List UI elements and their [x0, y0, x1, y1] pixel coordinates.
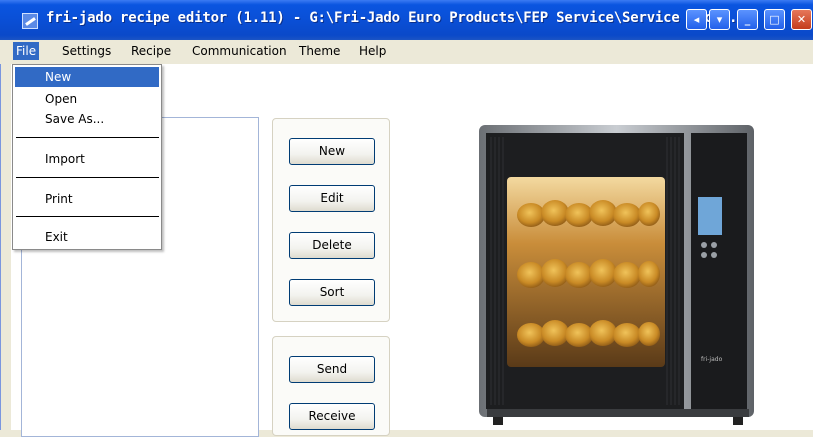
menu-item-exit[interactable]: Exit: [15, 227, 159, 247]
sort-recipes-button[interactable]: Sort: [289, 279, 375, 306]
menu-item-print[interactable]: Print: [15, 189, 159, 209]
app-icon: [22, 13, 38, 29]
menu-separator: [16, 137, 159, 138]
menu-settings[interactable]: Settings: [62, 44, 111, 58]
new-recipe-button[interactable]: New: [289, 138, 375, 165]
window-left-edge: [1, 64, 11, 430]
communication-group: Send Receive: [272, 336, 390, 436]
menu-bar: File Settings Recipe Communication Theme…: [0, 40, 813, 64]
rotisserie-oven-illustration: fri-jado: [479, 125, 754, 425]
extra-nav-button[interactable]: ◂: [686, 9, 707, 30]
recipe-actions-group: New Edit Delete Sort: [272, 118, 390, 322]
menu-item-open[interactable]: Open: [15, 89, 159, 109]
oven-brand-label: fri-jado: [701, 356, 723, 363]
minimize-button[interactable]: _: [737, 9, 758, 30]
close-button[interactable]: ✕: [791, 9, 812, 30]
menu-separator: [16, 177, 159, 178]
oven-image: fri-jado: [451, 105, 773, 430]
receive-button[interactable]: Receive: [289, 403, 375, 430]
send-button[interactable]: Send: [289, 356, 375, 383]
edit-recipe-button[interactable]: Edit: [289, 185, 375, 212]
menu-theme[interactable]: Theme: [299, 44, 340, 58]
menu-separator: [16, 216, 159, 217]
menu-communication[interactable]: Communication: [192, 44, 287, 58]
file-menu-dropdown: New Open Save As... Import Print Exit: [12, 64, 162, 250]
dropdown-button[interactable]: ▾: [709, 9, 730, 30]
delete-recipe-button[interactable]: Delete: [289, 232, 375, 259]
menu-item-new[interactable]: New: [15, 67, 159, 87]
menu-help[interactable]: Help: [359, 44, 386, 58]
menu-file[interactable]: File: [13, 42, 40, 60]
menu-item-save-as[interactable]: Save As...: [15, 109, 159, 129]
menu-recipe[interactable]: Recipe: [131, 44, 171, 58]
title-bar[interactable]: fri-jado recipe editor (1.11) - G:\Fri-J…: [0, 0, 813, 40]
menu-item-import[interactable]: Import: [15, 149, 159, 169]
maximize-button[interactable]: □: [764, 9, 785, 30]
window-title: fri-jado recipe editor (1.11) - G:\Fri-J…: [46, 10, 746, 26]
